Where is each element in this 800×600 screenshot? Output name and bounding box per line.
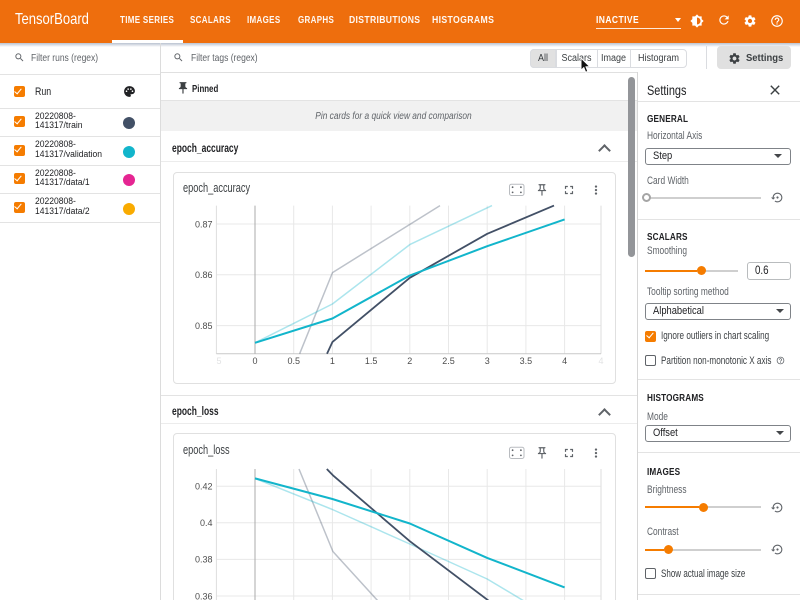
svg-text:4: 4 [598,356,603,366]
svg-text:5: 5 [216,356,221,366]
svg-text:0.85: 0.85 [195,321,213,331]
svg-text:0.5: 0.5 [287,356,300,366]
svg-text:0.87: 0.87 [195,219,213,229]
svg-text:0.36: 0.36 [195,591,213,600]
svg-text:0.86: 0.86 [195,270,213,280]
svg-text:4: 4 [562,356,567,366]
svg-text:0.42: 0.42 [195,482,213,492]
svg-text:0.38: 0.38 [195,555,213,565]
svg-text:0: 0 [252,356,257,366]
svg-text:3: 3 [485,356,490,366]
svg-text:1.5: 1.5 [365,356,378,366]
svg-text:1: 1 [330,356,335,366]
svg-text:2: 2 [407,356,412,366]
svg-text:2.5: 2.5 [442,356,455,366]
svg-text:0.4: 0.4 [200,518,213,528]
svg-text:3.5: 3.5 [520,356,533,366]
